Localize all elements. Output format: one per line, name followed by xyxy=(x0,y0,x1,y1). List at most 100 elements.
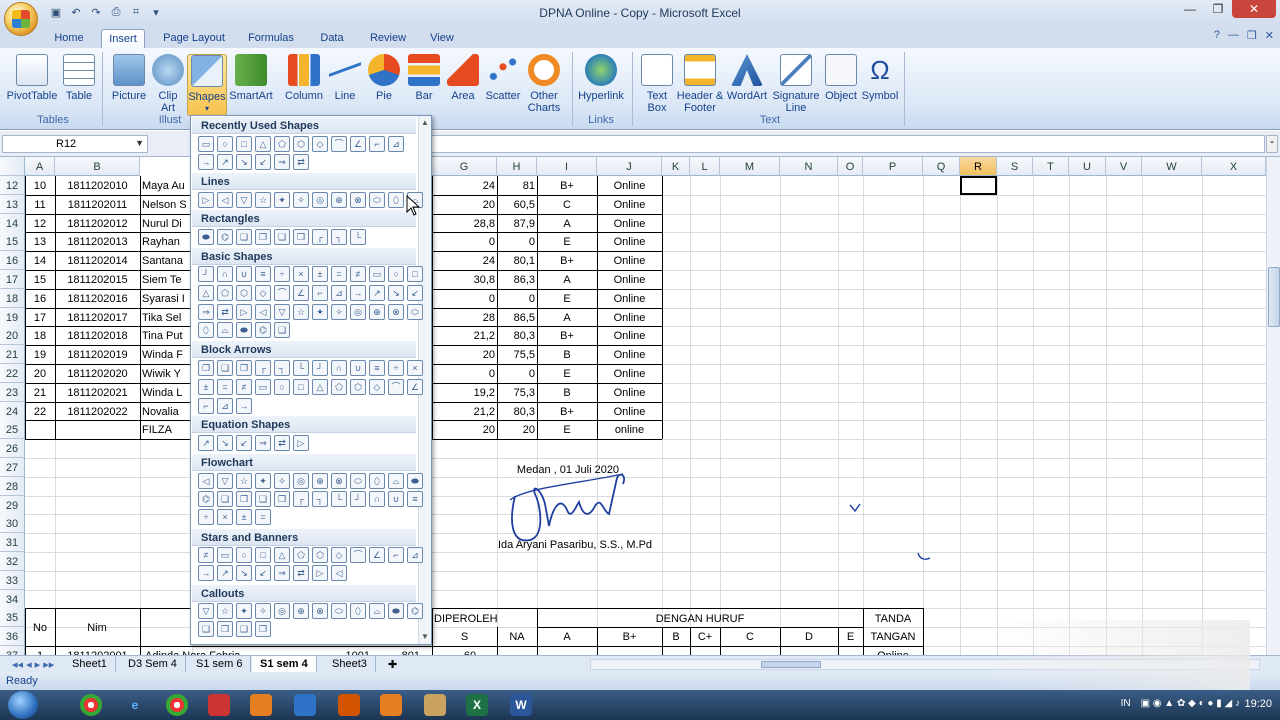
picture-button[interactable]: Picture xyxy=(108,54,150,116)
name-box-dropdown-icon[interactable]: ▼ xyxy=(135,138,144,148)
shape-item-icon[interactable]: ⊿ xyxy=(217,398,233,414)
cell[interactable]: 21,2 xyxy=(434,402,495,421)
shape-item-icon[interactable]: ❏ xyxy=(274,322,290,338)
bar-chart-button[interactable]: Bar xyxy=(406,54,442,116)
shape-item-icon[interactable]: ❒ xyxy=(274,491,290,507)
cell[interactable]: 0 xyxy=(434,364,495,383)
row-header[interactable]: 25 xyxy=(0,420,25,440)
cell[interactable]: 17 xyxy=(27,308,53,327)
shape-item-icon[interactable]: ↗ xyxy=(217,565,233,581)
header-sub-c[interactable]: C xyxy=(720,627,780,646)
cell[interactable]: 1811202017 xyxy=(57,308,138,327)
header-nim[interactable]: Nim xyxy=(57,618,137,637)
cell[interactable]: 12 xyxy=(27,214,53,233)
cell[interactable]: Online xyxy=(599,251,660,270)
shape-item-icon[interactable]: ◁ xyxy=(255,304,271,320)
shape-item-icon[interactable]: ⌓ xyxy=(369,603,385,619)
column-header-l[interactable]: L xyxy=(690,157,720,176)
shape-item-icon[interactable]: ✦ xyxy=(274,192,290,208)
row-header[interactable]: 24 xyxy=(0,401,25,421)
shape-item-icon[interactable]: ↙ xyxy=(255,154,271,170)
cell[interactable]: 0 xyxy=(499,364,535,383)
cell[interactable]: 0 xyxy=(434,232,495,251)
column-header-s[interactable]: S xyxy=(997,157,1033,176)
shape-item-icon[interactable]: ○ xyxy=(388,266,404,282)
minimize-icon[interactable]: — xyxy=(1176,0,1204,18)
shape-item-icon[interactable]: ▭ xyxy=(217,547,233,563)
shape-item-icon[interactable]: ↙ xyxy=(407,285,423,301)
shape-item-icon[interactable]: ❐ xyxy=(255,229,271,245)
shape-item-icon[interactable]: ○ xyxy=(217,136,233,152)
cell[interactable]: B+ xyxy=(539,251,595,270)
shape-item-icon[interactable]: □ xyxy=(236,136,252,152)
cell[interactable]: 20 xyxy=(434,195,495,214)
cell[interactable]: Nelson S xyxy=(142,195,190,214)
cell[interactable]: 1001 xyxy=(340,646,370,655)
shape-item-icon[interactable]: ┘ xyxy=(312,360,328,376)
select-all-corner[interactable] xyxy=(0,157,25,176)
shape-item-icon[interactable]: ⊗ xyxy=(350,192,366,208)
cell[interactable]: C xyxy=(539,195,595,214)
cell[interactable]: 1811202001 xyxy=(55,646,140,655)
cell[interactable] xyxy=(27,420,53,439)
cell[interactable]: 21,2 xyxy=(434,326,495,345)
cell[interactable]: 16 xyxy=(27,289,53,308)
shape-item-icon[interactable]: ⌬ xyxy=(407,603,423,619)
shape-item-icon[interactable]: ▽ xyxy=(198,603,214,619)
shape-item-icon[interactable]: ☆ xyxy=(217,603,233,619)
shape-item-icon[interactable]: ❐ xyxy=(217,621,233,637)
shape-item-icon[interactable]: ⌒ xyxy=(274,285,290,301)
shape-item-icon[interactable]: ○ xyxy=(274,379,290,395)
shape-item-icon[interactable]: ▷ xyxy=(312,565,328,581)
shape-item-icon[interactable]: ⬯ xyxy=(369,473,385,489)
cell[interactable]: Online xyxy=(599,289,660,308)
clip-art-button[interactable]: Clip Art xyxy=(152,54,184,116)
shape-item-icon[interactable]: ⬬ xyxy=(236,322,252,338)
header-sub-e[interactable]: E xyxy=(838,627,863,646)
app-icon[interactable] xyxy=(250,694,272,716)
cell[interactable]: 13 xyxy=(27,232,53,251)
shape-item-icon[interactable]: ✧ xyxy=(255,603,271,619)
cell[interactable]: 81 xyxy=(499,176,535,195)
shape-item-icon[interactable]: ┌ xyxy=(255,360,271,376)
tab-page-layout[interactable]: Page Layout xyxy=(158,29,230,48)
shape-item-icon[interactable]: = xyxy=(255,509,271,525)
app-icon[interactable] xyxy=(380,694,402,716)
excel-icon[interactable]: X xyxy=(466,694,488,716)
cell[interactable]: E xyxy=(539,364,595,383)
shape-item-icon[interactable]: ⬠ xyxy=(274,136,290,152)
pie-chart-button[interactable]: Pie xyxy=(368,54,400,116)
shape-item-icon[interactable]: × xyxy=(407,360,423,376)
shape-item-icon[interactable]: → xyxy=(198,154,214,170)
folder-icon[interactable] xyxy=(424,694,446,716)
cell[interactable]: 20 xyxy=(434,420,495,439)
cell[interactable]: Novalia xyxy=(142,402,190,421)
shape-item-icon[interactable]: ÷ xyxy=(388,360,404,376)
cell[interactable]: Adinda Nora Febria xyxy=(145,646,295,655)
cell[interactable]: 1811202020 xyxy=(57,364,138,383)
shape-item-icon[interactable]: × xyxy=(293,266,309,282)
cell[interactable]: 1811202022 xyxy=(57,402,138,421)
tray-icons[interactable]: ▣ ◉ ▲ ✿ ◆ ◐ ● ▮ ◢ ♪ xyxy=(1141,698,1240,709)
cell[interactable]: Online xyxy=(599,383,660,402)
shape-item-icon[interactable]: ∩ xyxy=(217,266,233,282)
shape-item-icon[interactable]: ∠ xyxy=(407,379,423,395)
cell[interactable]: 0 xyxy=(434,289,495,308)
shape-item-icon[interactable]: ⇒ xyxy=(255,435,271,451)
scroll-down-icon[interactable]: ▼ xyxy=(419,632,431,644)
cell[interactable]: 75,5 xyxy=(499,345,535,364)
cell[interactable]: 1811202021 xyxy=(57,383,138,402)
shape-item-icon[interactable]: ≡ xyxy=(407,491,423,507)
ribbon-restore-icon[interactable]: ❐ xyxy=(1247,29,1257,42)
shape-item-icon[interactable]: ❑ xyxy=(255,491,271,507)
row-header[interactable]: 26 xyxy=(0,439,25,459)
sheet-nav-icon[interactable]: ◂◂ ◂ ▸ ▸▸ xyxy=(4,656,64,672)
shape-item-icon[interactable]: ± xyxy=(198,379,214,395)
cell[interactable]: E xyxy=(539,420,595,439)
shape-item-icon[interactable]: ◎ xyxy=(312,192,328,208)
shape-item-icon[interactable]: △ xyxy=(198,285,214,301)
shape-item-icon[interactable]: ⌒ xyxy=(388,379,404,395)
shape-item-icon[interactable]: ⊗ xyxy=(331,473,347,489)
hyperlink-button[interactable]: Hyperlink xyxy=(576,54,626,116)
shape-item-icon[interactable]: ÷ xyxy=(198,509,214,525)
